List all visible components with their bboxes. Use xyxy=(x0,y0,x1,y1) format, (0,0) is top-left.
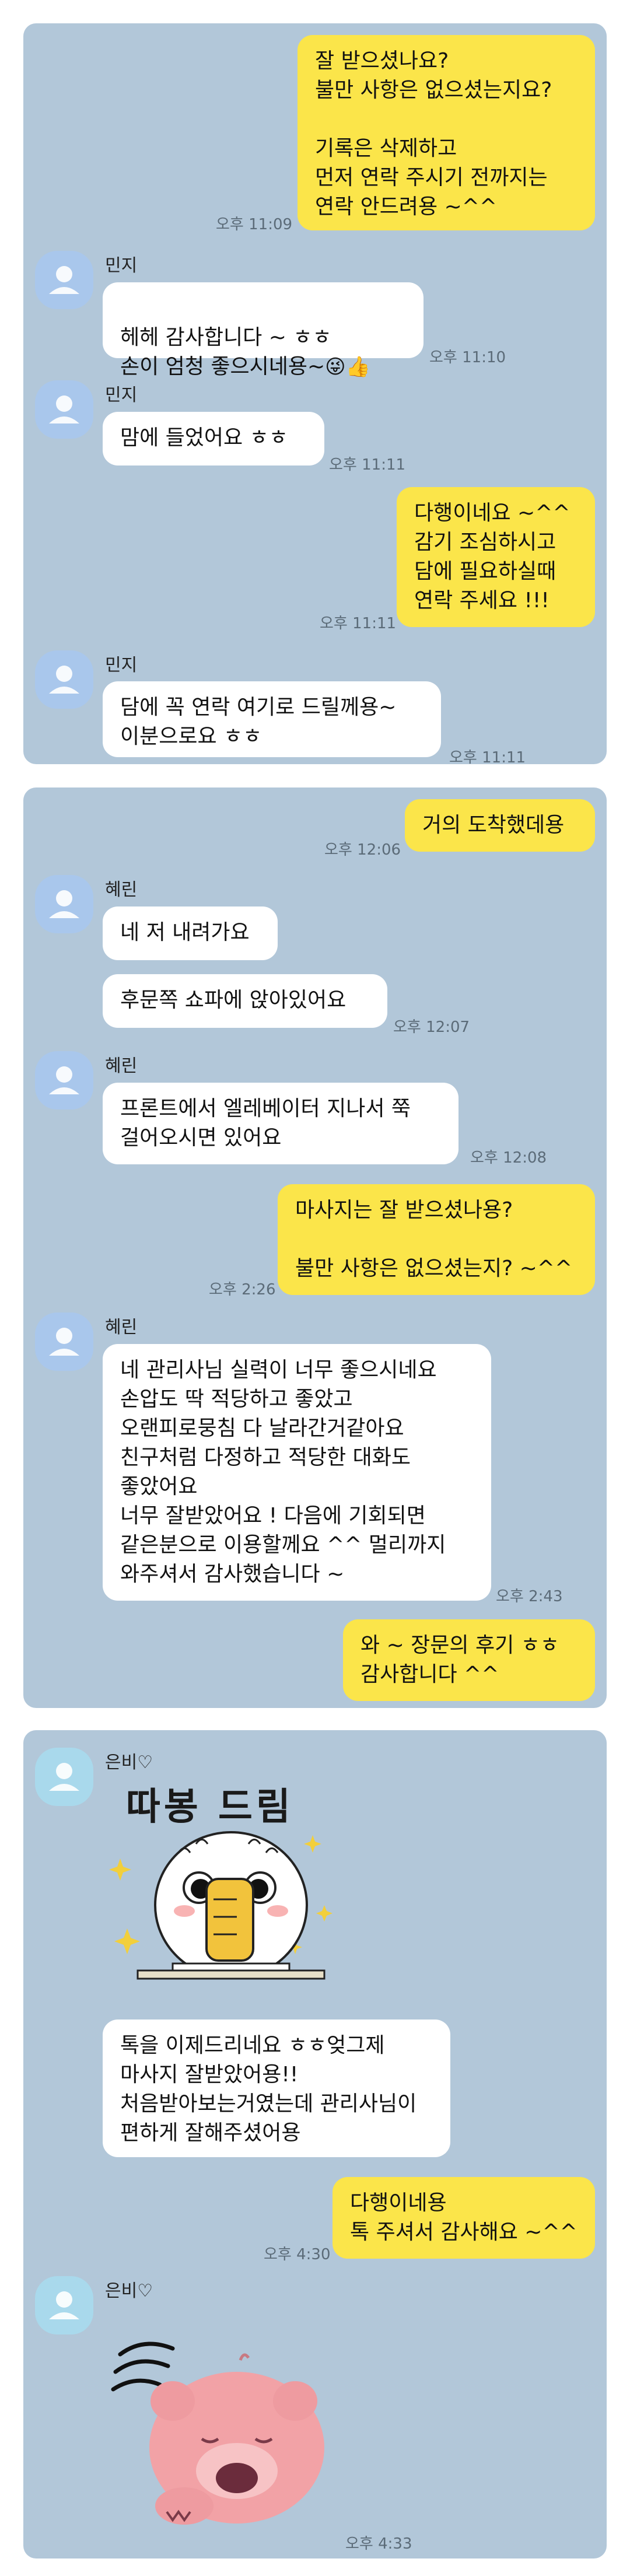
sender-name: 은비♡ xyxy=(105,1752,153,1773)
avatar[interactable] xyxy=(35,2276,93,2334)
message-time: 오후 12:06 xyxy=(324,841,401,859)
chat-panel-3: 은비♡ 따봉 드림 톡을 이제드리네요 ㅎㅎ엊그제 마사지 잘받았어용!! 처음… xyxy=(23,1730,607,2558)
message-time: 오후 2:43 xyxy=(496,1588,563,1605)
my-message[interactable]: 다행이네요 ~^^ 감기 조심하시고 담에 필요하실때 연락 주세요 !!! xyxy=(397,487,595,627)
their-message[interactable]: 헤헤 감사합니다 ~ ㅎㅎ 손이 엄청 좋으시네용~😜👍 xyxy=(103,282,424,379)
sender-name: 혜린 xyxy=(105,1056,138,1076)
message-time: 오후 4:30 xyxy=(264,2246,331,2263)
message-time: 오후 11:11 xyxy=(449,749,526,766)
message-time: 오후 4:33 xyxy=(345,2535,412,2553)
my-message[interactable]: 다행이네용 톡 주셔서 감사해요 ~^^ xyxy=(332,2177,595,2259)
person-icon xyxy=(49,1328,79,1356)
their-message[interactable]: 후문쪽 쇼파에 앉아있어요 xyxy=(103,974,387,1028)
their-message[interactable]: 톡을 이제드리네요 ㅎㅎ엊그제 마사지 잘받았어용!! 처음받아보는거였는데 관… xyxy=(103,2020,450,2157)
their-message[interactable]: 프론트에서 엘레베이터 지나서 쭉 걸어오시면 있어요 xyxy=(103,1083,459,1164)
sad-character-sticker[interactable] xyxy=(103,2314,348,2547)
character-icon xyxy=(109,1831,332,1980)
my-message[interactable]: 잘 받으셨나요? 불만 사항은 없으셨는지요? 기록은 삭제하고 먼저 연락 주… xyxy=(298,35,595,230)
sender-name: 혜린 xyxy=(105,1317,138,1338)
message-time: 오후 12:07 xyxy=(393,1019,470,1036)
avatar[interactable] xyxy=(35,251,93,309)
pink-character-icon xyxy=(111,2342,324,2525)
avatar[interactable] xyxy=(35,650,93,709)
sender-name: 혜린 xyxy=(105,880,138,900)
chat-panel-1: 잘 받으셨나요? 불만 사항은 없으셨는지요? 기록은 삭제하고 먼저 연락 주… xyxy=(23,23,607,766)
avatar[interactable] xyxy=(35,1312,93,1371)
person-icon xyxy=(49,666,79,694)
thumbs-up-sticker[interactable]: 따봉 드림 xyxy=(103,1777,359,2010)
their-message[interactable]: 맘에 들었어요 ㅎㅎ xyxy=(103,412,324,466)
avatar[interactable] xyxy=(35,1051,93,1110)
sender-name: 민지 xyxy=(105,256,138,276)
avatar[interactable] xyxy=(35,1748,93,1806)
sender-name: 은비♡ xyxy=(105,2281,153,2301)
sender-name: 민지 xyxy=(105,655,138,676)
person-icon xyxy=(49,266,79,294)
my-message[interactable]: 와 ~ 장문의 후기 ㅎㅎ 감사합니다 ^^ xyxy=(343,1619,595,1701)
message-time: 오후 12:08 xyxy=(470,1149,547,1167)
avatar[interactable] xyxy=(35,380,93,439)
person-icon xyxy=(49,2291,79,2319)
person-icon xyxy=(49,890,79,918)
message-time: 오후 2:26 xyxy=(209,1281,276,1298)
message-time: 오후 11:11 xyxy=(320,615,397,632)
my-message[interactable]: 거의 도착했데용 xyxy=(405,799,595,852)
their-message[interactable]: 네 저 내려가요 xyxy=(103,907,278,960)
wink-emoji: 😜👍 xyxy=(325,355,370,379)
chat-panel-2: 거의 도착했데용 오후 12:06 혜린 네 저 내려가요 후문쪽 쇼파에 앉아… xyxy=(23,788,607,1708)
person-icon xyxy=(49,396,79,424)
sender-name: 민지 xyxy=(105,385,138,405)
my-message[interactable]: 마사지는 잘 받으셨나용? 불만 사항은 없으셨는지? ~^^ xyxy=(278,1184,595,1295)
message-time: 오후 11:09 xyxy=(216,216,293,233)
message-time: 오후 11:11 xyxy=(329,456,406,474)
message-time: 오후 11:10 xyxy=(429,349,506,366)
avatar[interactable] xyxy=(35,875,93,933)
person-icon xyxy=(49,1066,79,1094)
their-message[interactable]: 담에 꼭 연락 여기로 드릴께용~ 이분으로요 ㅎㅎ xyxy=(103,681,441,757)
their-message[interactable]: 네 관리사님 실력이 너무 좋으시네요 손압도 딱 적당하고 좋았고 오랜피로뭉… xyxy=(103,1344,491,1601)
message-text: 헤헤 감사합니다 ~ ㅎㅎ 손이 엄청 좋으시네용~ xyxy=(120,326,332,379)
person-icon xyxy=(49,1763,79,1791)
